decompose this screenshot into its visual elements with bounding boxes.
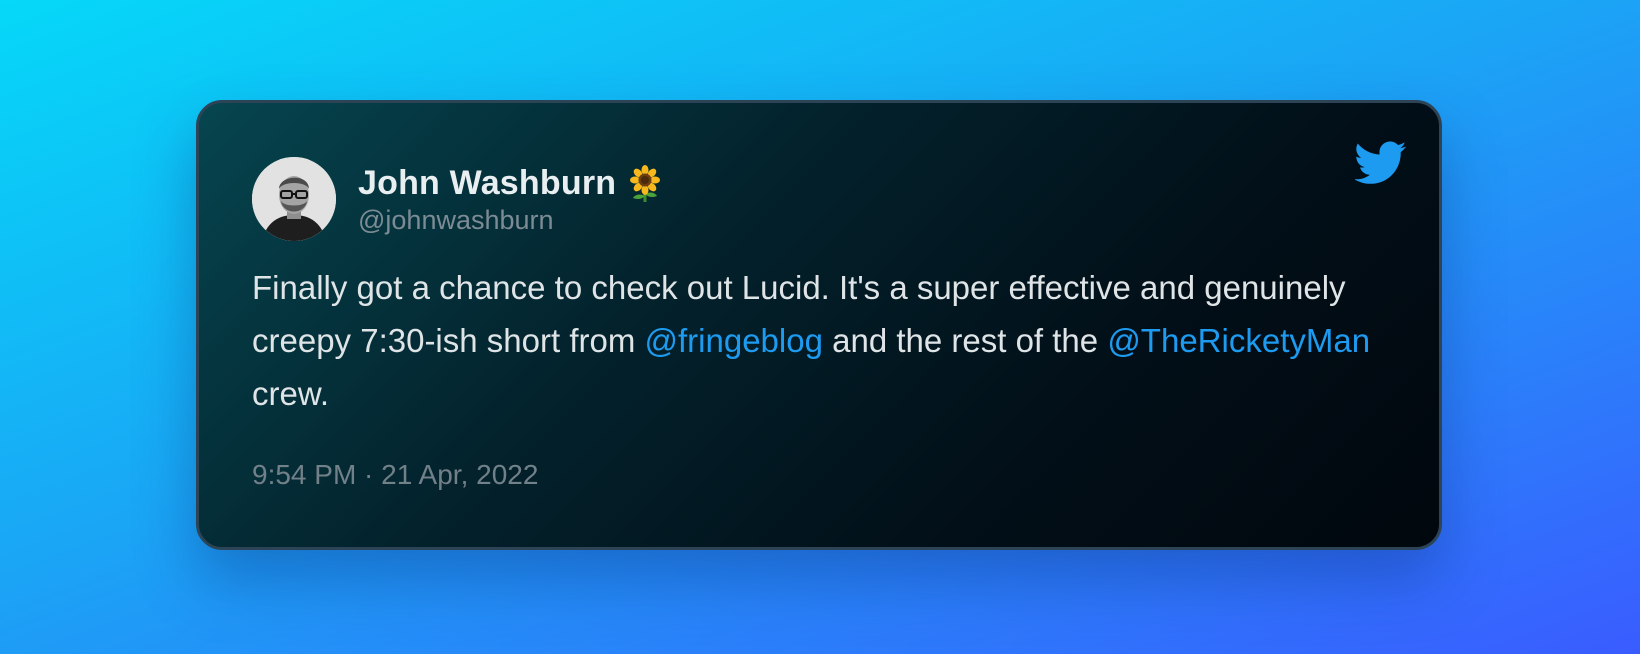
author-names: John Washburn @johnwashburn xyxy=(358,163,662,236)
author-name[interactable]: John Washburn xyxy=(358,164,616,203)
mention-link[interactable]: @TheRicketyMan xyxy=(1107,322,1370,359)
sunflower-icon xyxy=(630,164,661,202)
tweet-text-part3: crew. xyxy=(252,375,330,412)
avatar-portrait xyxy=(252,157,336,241)
tweet-text-part2: and the rest of the xyxy=(822,322,1108,359)
author-name-row: John Washburn xyxy=(358,163,662,205)
twitter-bird-icon[interactable] xyxy=(1355,140,1407,186)
author-handle[interactable]: @johnwashburn xyxy=(358,205,662,236)
tweet-card: John Washburn @johnwashburn Finally got … xyxy=(196,100,1442,550)
tweet-text: Finally got a chance to check out Lucid.… xyxy=(252,261,1382,420)
tweet-header: John Washburn @johnwashburn xyxy=(252,157,662,241)
tweet-timestamp[interactable]: 9:54 PM · 21 Apr, 2022 xyxy=(252,459,538,491)
avatar[interactable] xyxy=(252,157,336,241)
mention-link[interactable]: @fringeblog xyxy=(645,322,823,359)
